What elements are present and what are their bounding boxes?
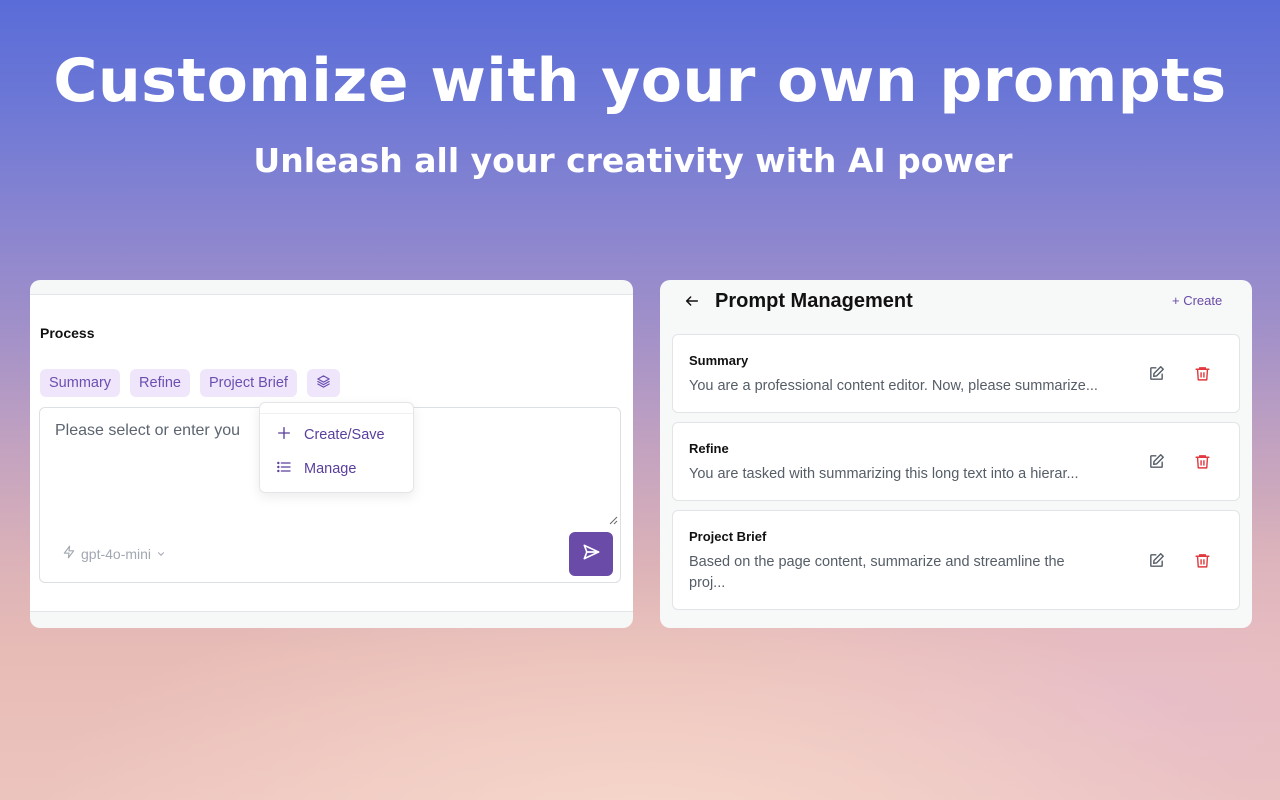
chip-summary[interactable]: Summary <box>40 369 121 397</box>
edit-button[interactable] <box>1148 453 1165 475</box>
edit-button[interactable] <box>1148 365 1165 387</box>
trash-icon <box>1194 367 1211 386</box>
process-panel-card: Process Summary Refine Project Brief Ple… <box>30 280 633 628</box>
trash-icon <box>1194 554 1211 573</box>
chevron-down-icon <box>156 546 166 562</box>
process-panel: Process Summary Refine Project Brief Ple… <box>30 294 633 612</box>
lightning-icon <box>62 545 76 562</box>
model-selector[interactable]: gpt-4o-mini <box>62 545 166 562</box>
prompt-name: Summary <box>689 353 749 368</box>
menu-item-manage[interactable]: Manage <box>276 459 356 479</box>
resize-grip-icon[interactable] <box>608 512 618 525</box>
prompt-item-project-brief: Project Brief Based on the page content,… <box>672 510 1240 610</box>
prompt-input-text: Please select or enter you <box>55 422 240 439</box>
menu-item-label: Create/Save <box>304 427 385 443</box>
delete-button[interactable] <box>1194 552 1211 574</box>
prompt-description: You are a professional content editor. N… <box>689 378 1098 394</box>
prompt-description: You are tasked with summarizing this lon… <box>689 466 1079 482</box>
page-title: Prompt Management <box>715 290 913 312</box>
prompt-name: Project Brief <box>689 529 767 544</box>
arrow-left-icon <box>684 296 700 313</box>
hero-subtitle: Unleash all your creativity with AI powe… <box>253 141 1013 180</box>
send-icon <box>581 542 601 567</box>
layers-icon <box>316 374 331 393</box>
edit-button[interactable] <box>1148 552 1165 574</box>
prompt-name: Refine <box>689 441 729 456</box>
send-button[interactable] <box>569 532 613 576</box>
chip-project-brief[interactable]: Project Brief <box>199 369 297 397</box>
plus-icon <box>276 425 292 445</box>
create-button[interactable]: + Create <box>1172 293 1222 308</box>
delete-button[interactable] <box>1194 453 1211 475</box>
prompt-chips: Summary Refine Project Brief <box>40 369 340 397</box>
menu-item-create-save[interactable]: Create/Save <box>276 425 385 445</box>
chip-refine[interactable]: Refine <box>130 369 190 397</box>
prompt-description: Based on the page content, summarize and… <box>689 554 1065 591</box>
prompt-menu-button[interactable] <box>306 369 340 397</box>
list-icon <box>276 459 292 479</box>
edit-icon <box>1148 454 1165 474</box>
prompt-item-refine: Refine You are tasked with summarizing t… <box>672 422 1240 501</box>
edit-icon <box>1148 366 1165 386</box>
process-section-label: Process <box>40 325 95 341</box>
hero-title: Customize with your own prompts <box>53 46 1227 116</box>
prompt-management-card: Prompt Management + Create Summary You a… <box>660 280 1252 628</box>
trash-icon <box>1194 455 1211 474</box>
prompt-item-summary: Summary You are a professional content e… <box>672 334 1240 413</box>
back-button[interactable] <box>684 293 700 314</box>
delete-button[interactable] <box>1194 365 1211 387</box>
edit-icon <box>1148 553 1165 573</box>
model-name: gpt-4o-mini <box>81 545 152 562</box>
menu-item-label: Manage <box>304 461 357 477</box>
menu-divider <box>260 413 413 414</box>
prompt-menu-dropdown: Create/Save Manage <box>259 402 414 493</box>
